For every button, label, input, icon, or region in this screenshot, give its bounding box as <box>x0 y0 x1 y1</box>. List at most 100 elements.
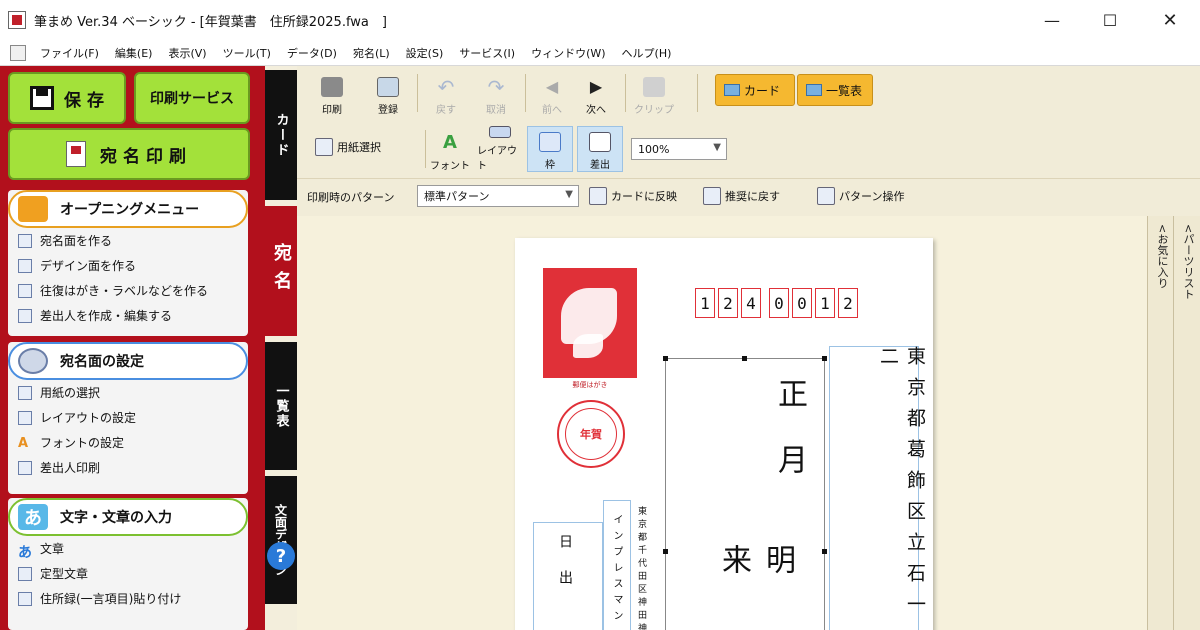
pattern-toolbar: 印刷時のパターン 標準パターン ▼ カードに反映 推奨に戻す パターン操作 <box>297 178 1200 214</box>
pattern-icon <box>817 187 835 205</box>
paste-address-item[interactable]: 住所録(一言項目)貼り付け <box>8 586 248 611</box>
close-button[interactable]: ✕ <box>1142 0 1198 40</box>
postal-code[interactable]: 1 2 4 0 0 1 2 <box>695 288 861 318</box>
opening-menu-title: オープニングメニュー <box>60 202 200 218</box>
main-toolbar: 印刷 登録 ↶ 戻す ↷ 取消 ◀ 前へ ▶ 次へ クリップ カード 一覧表 <box>297 66 1200 120</box>
font-button[interactable]: A フォント <box>427 126 473 173</box>
resize-handle[interactable] <box>742 356 747 361</box>
make-address-side-item[interactable]: 宛名面を作る <box>8 228 248 253</box>
register-icon <box>377 77 399 97</box>
sender-icon <box>18 308 32 323</box>
resize-handle[interactable] <box>822 549 827 554</box>
menu-window[interactable]: ウィンドウ(W) <box>523 45 613 61</box>
sender-company: インプレスマン <box>611 514 622 626</box>
menu-service[interactable]: サービス(I) <box>451 45 523 61</box>
menu-help[interactable]: ヘルプ(H) <box>614 45 680 61</box>
address-side-icon <box>18 233 32 248</box>
pattern-label: 印刷時のパターン <box>307 191 395 204</box>
layout-button[interactable]: レイアウト <box>477 126 523 172</box>
tab-design[interactable]: 文面デザイン <box>265 476 297 604</box>
reflect-label: カードに反映 <box>611 190 677 203</box>
list-view-button[interactable]: 一覧表 <box>797 74 873 106</box>
menu-settings[interactable]: 設定(S) <box>398 45 452 61</box>
font-icon: A <box>18 435 29 451</box>
print-label: 印刷 <box>322 105 342 116</box>
menu-edit[interactable]: 編集(E) <box>107 45 161 61</box>
card-view-button[interactable]: カード <box>715 74 795 106</box>
pattern-select[interactable]: 標準パターン ▼ <box>417 185 579 207</box>
help-button[interactable]: ? <box>267 542 295 570</box>
menu-tools[interactable]: ツール(T) <box>215 45 279 61</box>
atena-print-button[interactable]: 宛名印刷 <box>8 128 250 180</box>
maximize-button[interactable]: ☐ <box>1082 0 1138 40</box>
menu-atena[interactable]: 宛名(L) <box>345 45 398 61</box>
sender-label: 差出 <box>590 160 610 171</box>
next-button[interactable]: ▶ 次へ <box>573 70 619 116</box>
hiragana-a-icon: あ <box>18 504 48 530</box>
font-settings-item[interactable]: A フォントの設定 <box>8 430 248 455</box>
postcard-icon <box>66 141 86 167</box>
atena-settings-title: 宛名面の設定 <box>60 354 144 370</box>
print-service-label: 印刷サービス <box>150 91 234 107</box>
save-button[interactable]: 保 存 <box>8 72 126 124</box>
list-icon <box>806 84 822 96</box>
paper-select-item[interactable]: 用紙の選択 <box>8 380 248 405</box>
resize-handle[interactable] <box>663 356 668 361</box>
sender-icon <box>589 132 611 152</box>
menu-view[interactable]: 表示(V) <box>160 45 214 61</box>
tab-list[interactable]: 一覧表 <box>265 342 297 470</box>
redo-icon: ↷ <box>487 75 505 99</box>
paper-select-button[interactable]: 用紙選択 <box>315 138 381 156</box>
resize-handle[interactable] <box>822 356 827 361</box>
favorites-rail[interactable]: <お気に入り <box>1147 216 1173 630</box>
print-service-button[interactable]: 印刷サービス <box>134 72 250 124</box>
document-icon <box>10 44 26 61</box>
text-input-header[interactable]: あ 文字・文章の入力 <box>8 498 248 536</box>
reflect-icon <box>589 187 607 205</box>
reset-recommended-button[interactable]: 推奨に戻す <box>703 187 780 205</box>
arrow-right-icon: ▶ <box>589 77 603 96</box>
printer-icon <box>321 77 343 97</box>
edit-sender-item[interactable]: 差出人を作成・編集する <box>8 303 248 328</box>
app-icon <box>8 11 26 29</box>
register-button[interactable]: 登録 <box>365 70 411 116</box>
parts-list-rail[interactable]: <パーツリスト <box>1173 216 1200 630</box>
menu-file[interactable]: ファイル(F) <box>32 45 107 61</box>
template-icon <box>18 566 32 581</box>
favorites-label: <お気に入り <box>1156 224 1169 289</box>
minimize-button[interactable]: — <box>1024 0 1080 40</box>
edit-sender-label: 差出人を作成・編集する <box>40 309 173 323</box>
font-label: フォント <box>430 161 470 172</box>
print-button[interactable]: 印刷 <box>309 70 355 116</box>
card-canvas: 郵便はがき 年賀 1 2 4 0 0 1 2 正月 明来 東京都葛飾区立石一二 … <box>297 216 1147 630</box>
toolbar-separator <box>697 74 698 112</box>
template-sentence-item[interactable]: 定型文章 <box>8 561 248 586</box>
tab-card[interactable]: カード <box>265 70 297 200</box>
make-design-side-item[interactable]: デザイン面を作る <box>8 253 248 278</box>
resize-handle[interactable] <box>663 549 668 554</box>
make-reply-postcard-item[interactable]: 往復はがき・ラベルなどを作る <box>8 278 248 303</box>
paper-select-label: 用紙選択 <box>337 141 381 154</box>
pattern-operation-button[interactable]: パターン操作 <box>817 187 904 205</box>
title-bar: 筆まめ Ver.34 ベーシック - [年賀葉書 住所録2025.fwa ] —… <box>0 0 1200 40</box>
reflect-to-card-button[interactable]: カードに反映 <box>589 187 677 205</box>
sender-print-item[interactable]: 差出人印刷 <box>8 455 248 480</box>
layout-settings-item[interactable]: レイアウトの設定 <box>8 405 248 430</box>
atena-settings-header[interactable]: 宛名面の設定 <box>8 342 248 380</box>
recipient-name-second: 明来 <box>716 544 795 610</box>
clip-button[interactable]: クリップ <box>631 70 677 116</box>
postcard[interactable]: 郵便はがき 年賀 1 2 4 0 0 1 2 正月 明来 東京都葛飾区立石一二 … <box>515 238 933 630</box>
zoom-value: 100% <box>638 142 670 156</box>
zoom-select[interactable]: 100% ▼ <box>631 138 727 160</box>
undo-button[interactable]: ↶ 戻す <box>423 70 469 116</box>
tab-atena[interactable]: 宛名 <box>265 206 297 336</box>
sentence-item[interactable]: あ文章 <box>8 536 248 561</box>
prev-button[interactable]: ◀ 前へ <box>529 70 575 116</box>
sender-button[interactable]: 差出 <box>577 126 623 172</box>
menu-data[interactable]: データ(D) <box>279 45 345 61</box>
postal-digit: 0 <box>769 288 789 318</box>
opening-menu-header[interactable]: オープニングメニュー <box>8 190 248 228</box>
make-address-side-label: 宛名面を作る <box>40 234 113 248</box>
frame-button[interactable]: 枠 <box>527 126 573 172</box>
redo-button[interactable]: ↷ 取消 <box>473 70 519 116</box>
